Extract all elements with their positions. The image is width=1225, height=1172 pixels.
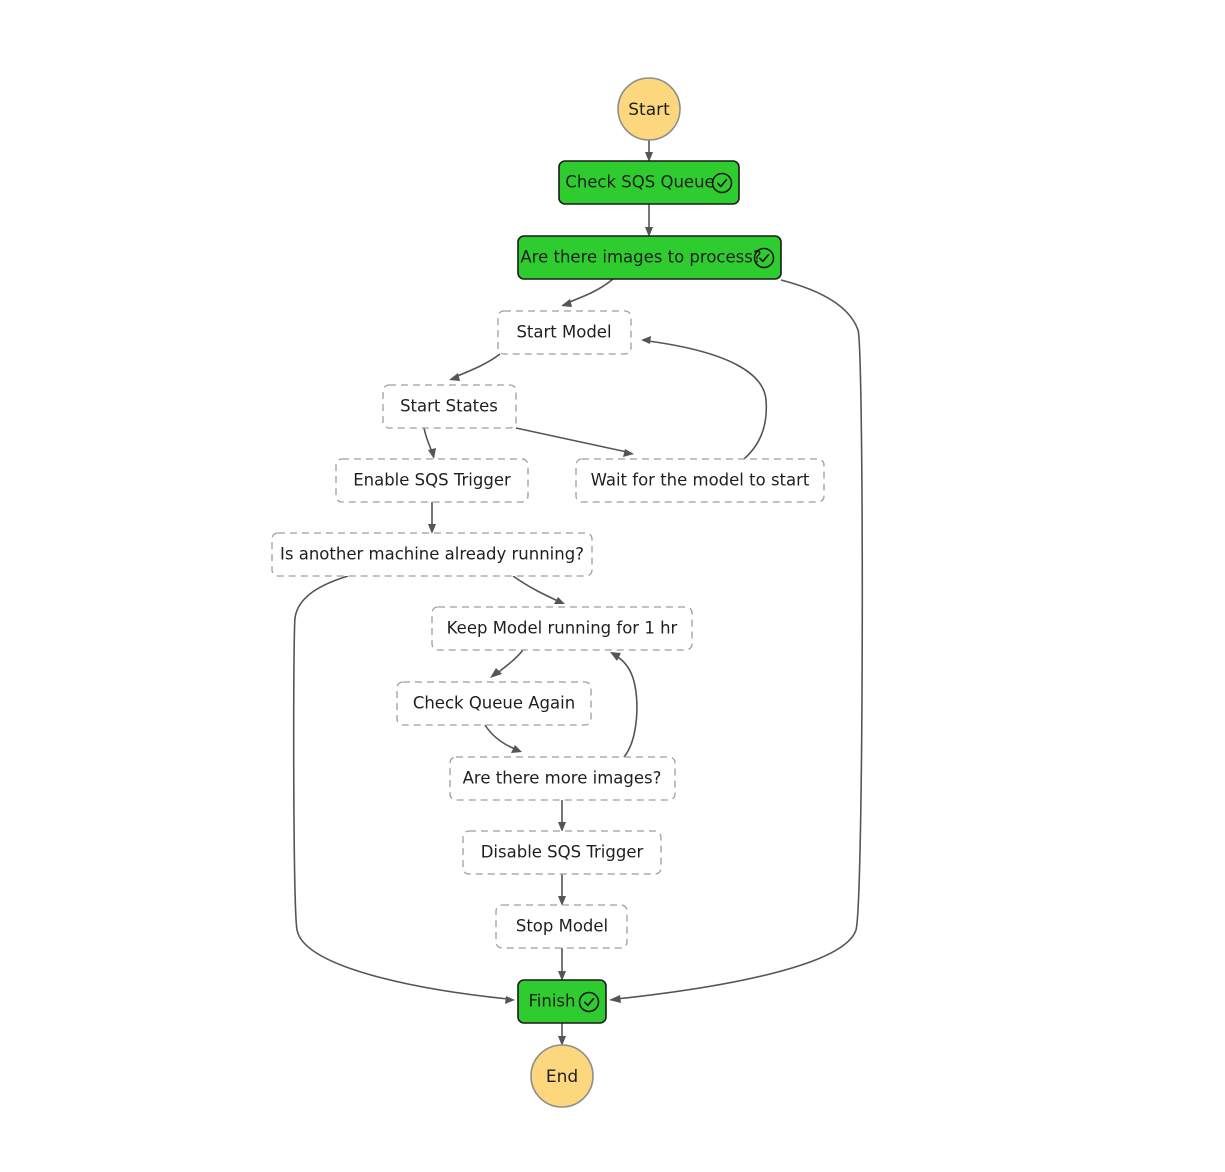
edge-check-queue-again-to-are-there-more-images — [484, 724, 522, 753]
node-disable-sqs-trigger-label: Disable SQS Trigger — [481, 843, 644, 862]
node-end[interactable]: End — [530, 1044, 594, 1108]
flowchart-svg: Start Check SQS Queue Are there images t… — [271, 77, 864, 1108]
edge-are-there-more-images-to-disable-sqs-trigger — [558, 800, 566, 832]
edge-keep-model-running-to-check-queue-again — [490, 649, 524, 678]
node-is-another-machine-running-label: Is another machine already running? — [280, 545, 584, 564]
node-disable-sqs-trigger[interactable]: Disable SQS Trigger — [462, 830, 662, 875]
edge-start-states-to-wait-for-model — [515, 427, 634, 457]
edge-is-another-machine-running-to-keep-model-running — [512, 575, 565, 604]
node-keep-model-running-label: Keep Model running for 1 hr — [447, 619, 678, 638]
node-are-there-images[interactable]: Are there images to process? — [517, 235, 782, 280]
node-layer: Start Check SQS Queue Are there images t… — [271, 77, 825, 1108]
node-end-label: End — [546, 1067, 578, 1087]
edge-start-to-check-sqs-queue — [645, 140, 653, 162]
edge-finish-to-end — [558, 1023, 566, 1046]
node-check-queue-again[interactable]: Check Queue Again — [396, 681, 592, 726]
edge-start-model-to-start-states — [449, 353, 501, 381]
edge-enable-sqs-trigger-to-is-another-machine-running — [428, 502, 436, 534]
edge-stop-model-to-finish — [558, 948, 566, 981]
node-enable-sqs-trigger[interactable]: Enable SQS Trigger — [335, 458, 529, 503]
edge-check-sqs-queue-to-are-there-images — [645, 204, 653, 237]
node-are-there-more-images-label: Are there more images? — [463, 769, 662, 788]
node-is-another-machine-running[interactable]: Is another machine already running? — [271, 532, 593, 577]
node-start-states[interactable]: Start States — [382, 384, 517, 429]
node-keep-model-running[interactable]: Keep Model running for 1 hr — [431, 606, 693, 651]
node-are-there-images-label: Are there images to process? — [520, 248, 761, 267]
node-finish-label: Finish — [529, 992, 576, 1011]
node-start-states-label: Start States — [400, 397, 498, 416]
edge-are-there-more-images-to-keep-model-running — [610, 652, 638, 758]
node-stop-model-label: Stop Model — [516, 917, 608, 936]
node-wait-for-model[interactable]: Wait for the model to start — [575, 458, 825, 503]
node-check-queue-again-label: Check Queue Again — [413, 694, 575, 713]
edge-are-there-images-to-start-model — [561, 278, 614, 307]
node-start[interactable]: Start — [617, 77, 681, 141]
node-stop-model[interactable]: Stop Model — [495, 904, 628, 949]
node-check-sqs-queue-label: Check SQS Queue — [565, 173, 714, 192]
node-finish[interactable]: Finish — [517, 979, 607, 1024]
node-enable-sqs-trigger-label: Enable SQS Trigger — [353, 471, 511, 490]
node-wait-for-model-label: Wait for the model to start — [591, 471, 810, 490]
edge-disable-sqs-trigger-to-stop-model — [558, 874, 566, 906]
flowchart-canvas: Start Check SQS Queue Are there images t… — [0, 0, 1225, 1172]
node-check-sqs-queue[interactable]: Check SQS Queue — [558, 160, 740, 205]
node-start-model[interactable]: Start Model — [497, 310, 632, 355]
edge-wait-for-model-to-start-model — [641, 336, 768, 460]
node-start-label: Start — [628, 100, 670, 120]
node-are-there-more-images[interactable]: Are there more images? — [449, 756, 676, 801]
edge-start-states-to-enable-sqs-trigger — [423, 427, 436, 459]
node-start-model-label: Start Model — [516, 323, 611, 342]
